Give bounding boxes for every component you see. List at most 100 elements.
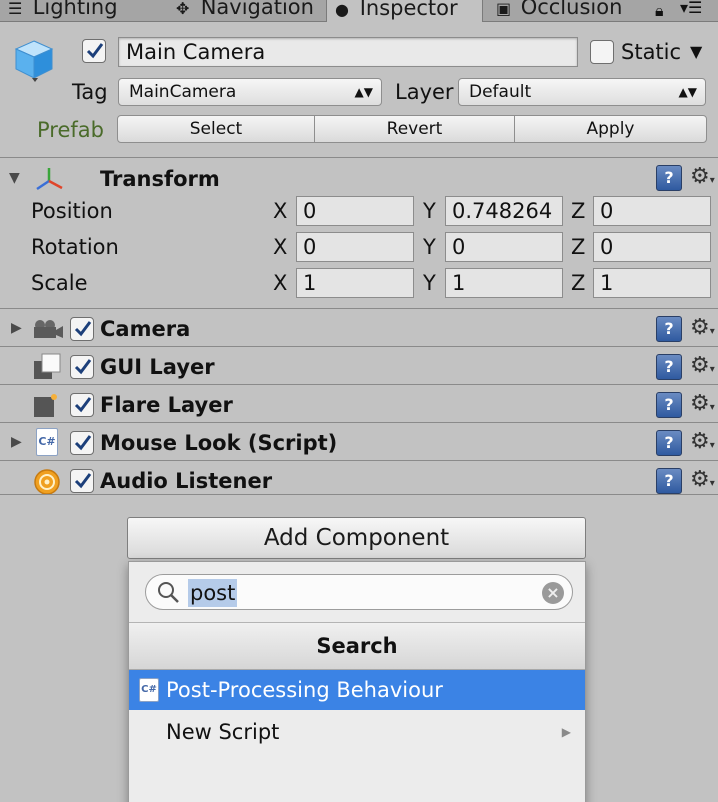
- search-icon: [158, 582, 179, 603]
- axis-z-label: Z: [571, 235, 586, 259]
- axis-y-label: Y: [423, 199, 436, 223]
- check-icon: [74, 321, 92, 337]
- foldout-collapsed-icon[interactable]: ▶: [11, 320, 22, 336]
- gear-icon[interactable]: ⚙▾: [690, 165, 715, 193]
- component-title: Camera: [100, 317, 191, 341]
- submenu-arrow-icon: ▶: [561, 725, 571, 739]
- divider: [0, 422, 718, 423]
- position-label: Position: [31, 199, 113, 223]
- divider: [0, 460, 718, 461]
- check-icon: [74, 435, 92, 451]
- info-icon: ●: [335, 0, 349, 19]
- post-processing-behaviour-item[interactable]: C# Post-Processing Behaviour: [129, 670, 585, 710]
- prefab-apply-button[interactable]: Apply: [514, 115, 707, 143]
- camera-enabled-checkbox[interactable]: [70, 317, 94, 341]
- position-x-field[interactable]: 0: [296, 196, 414, 226]
- foldout-collapsed-icon[interactable]: ▶: [11, 434, 22, 450]
- divider: [0, 384, 718, 385]
- component-title: Audio Listener: [100, 469, 273, 493]
- rotation-label: Rotation: [31, 235, 119, 259]
- add-component-dropdown: post × Search C# Post-Processing Behavio…: [128, 561, 586, 802]
- tag-popup[interactable]: MainCamera ▲▼: [118, 78, 382, 106]
- lock-icon[interactable]: 🔒︎: [655, 1, 664, 21]
- help-book-icon[interactable]: ?: [656, 165, 682, 191]
- clear-search-icon[interactable]: ×: [542, 582, 564, 604]
- help-book-icon[interactable]: ?: [656, 392, 682, 418]
- component-title: GUI Layer: [100, 355, 215, 379]
- flare-layer-enabled-checkbox[interactable]: [70, 393, 94, 417]
- audio-listener-enabled-checkbox[interactable]: [70, 469, 94, 493]
- divider: [0, 346, 718, 347]
- light-icon: ☰: [8, 0, 23, 18]
- layer-popup[interactable]: Default ▲▼: [458, 78, 706, 106]
- divider: [0, 494, 718, 495]
- gear-icon[interactable]: ⚙▾: [690, 468, 715, 496]
- axis-y-label: Y: [423, 235, 436, 259]
- scale-y-field[interactable]: 1: [445, 268, 563, 298]
- axis-z-label: Z: [571, 271, 586, 295]
- check-icon: [74, 397, 92, 413]
- component-search-field[interactable]: post ×: [145, 574, 573, 610]
- tab-occlusion[interactable]: ▣ Occlusion: [488, 0, 648, 22]
- search-section-header: Search: [129, 622, 585, 670]
- help-book-icon[interactable]: ?: [656, 354, 682, 380]
- navigation-icon: ✥: [176, 0, 190, 18]
- prefab-revert-button[interactable]: Revert: [314, 115, 515, 143]
- static-label: Static: [621, 40, 682, 64]
- position-y-field[interactable]: 0.748264: [445, 196, 563, 226]
- tag-label: Tag: [72, 80, 108, 104]
- csharp-script-icon: C#: [139, 678, 159, 702]
- scale-label: Scale: [31, 271, 88, 295]
- gear-icon[interactable]: ⚙▾: [690, 392, 715, 420]
- foldout-expanded-icon[interactable]: ▼: [9, 170, 20, 186]
- static-checkbox[interactable]: [590, 40, 614, 64]
- tab-bar: ☰ Lighting ✥ Navigation ● Inspector ▣ Oc…: [0, 0, 718, 22]
- divider: [0, 308, 718, 309]
- axis-x-label: X: [273, 271, 288, 295]
- axis-y-label: Y: [423, 271, 436, 295]
- flare-layer-icon: [34, 394, 57, 417]
- tab-navigation[interactable]: ✥ Navigation: [168, 0, 324, 22]
- audio-listener-icon: [34, 469, 60, 495]
- tab-menu-icon[interactable]: ▾☰: [680, 0, 702, 17]
- check-icon: [86, 43, 104, 59]
- component-title: Flare Layer: [100, 393, 233, 417]
- axis-x-label: X: [273, 199, 288, 223]
- prefab-select-button[interactable]: Select: [117, 115, 315, 143]
- scale-x-field[interactable]: 1: [296, 268, 414, 298]
- gear-icon[interactable]: ⚙▾: [690, 316, 715, 344]
- check-icon: [74, 473, 92, 489]
- camera-icon: [34, 320, 63, 338]
- scale-z-field[interactable]: 1: [593, 268, 711, 298]
- popup-arrows-icon: ▲▼: [354, 85, 373, 99]
- gameobject-cube-icon: [14, 40, 54, 82]
- rotation-x-field[interactable]: 0: [296, 232, 414, 262]
- object-active-checkbox[interactable]: [82, 39, 106, 63]
- help-book-icon[interactable]: ?: [656, 430, 682, 456]
- static-dropdown-icon[interactable]: ▼: [690, 38, 702, 66]
- gui-layer-icon: [34, 353, 61, 379]
- popup-arrows-icon: ▲▼: [678, 85, 697, 99]
- transform-icon: [36, 168, 63, 191]
- object-name-field[interactable]: Main Camera: [118, 37, 578, 67]
- prefab-label: Prefab: [37, 118, 104, 142]
- check-icon: [74, 359, 92, 375]
- position-z-field[interactable]: 0: [593, 196, 711, 226]
- mouse-look-enabled-checkbox[interactable]: [70, 431, 94, 455]
- tab-lighting[interactable]: ☰ Lighting: [0, 0, 168, 22]
- search-input[interactable]: post: [188, 579, 238, 607]
- transform-title: Transform: [100, 167, 220, 191]
- layer-label: Layer: [395, 80, 454, 104]
- new-script-item[interactable]: New Script ▶: [129, 712, 585, 752]
- occlusion-icon: ▣: [496, 0, 512, 18]
- help-book-icon[interactable]: ?: [656, 468, 682, 494]
- gui-layer-enabled-checkbox[interactable]: [70, 355, 94, 379]
- rotation-z-field[interactable]: 0: [593, 232, 711, 262]
- rotation-y-field[interactable]: 0: [445, 232, 563, 262]
- axis-x-label: X: [273, 235, 288, 259]
- help-book-icon[interactable]: ?: [656, 316, 682, 342]
- add-component-button[interactable]: Add Component: [127, 517, 586, 559]
- tab-inspector[interactable]: ● Inspector: [326, 0, 483, 22]
- gear-icon[interactable]: ⚙▾: [690, 430, 715, 458]
- gear-icon[interactable]: ⚙▾: [690, 354, 715, 382]
